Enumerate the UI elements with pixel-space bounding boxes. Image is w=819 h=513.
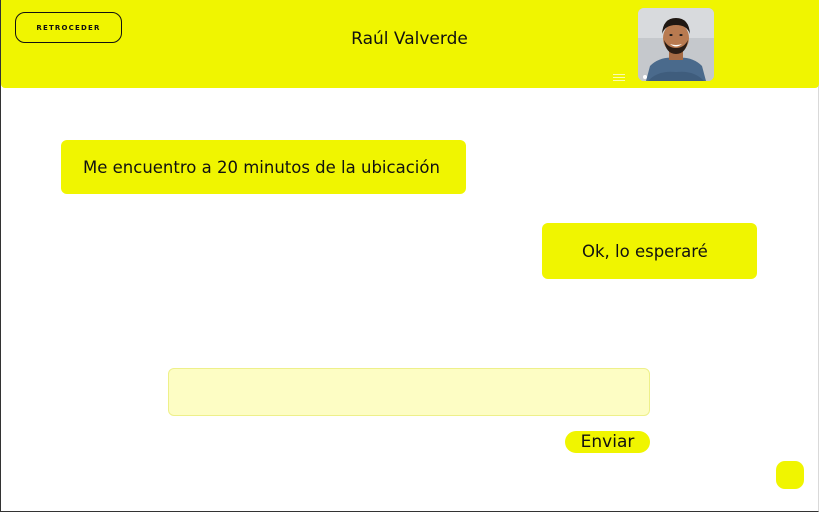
message-bubble-received: Me encuentro a 20 minutos de la ubicació… bbox=[61, 140, 466, 194]
back-button[interactable]: RETROCEDER bbox=[15, 12, 122, 43]
floating-action-button[interactable] bbox=[776, 461, 804, 489]
message-bubble-sent: Ok, lo esperaré bbox=[542, 223, 757, 279]
hamburger-menu-icon[interactable] bbox=[613, 74, 625, 82]
send-button[interactable]: Enviar bbox=[565, 431, 650, 453]
chat-header: RETROCEDER Raúl Valverde bbox=[1, 0, 819, 88]
contact-name: Raúl Valverde bbox=[351, 29, 468, 49]
message-input[interactable] bbox=[168, 368, 650, 416]
avatar bbox=[638, 8, 714, 81]
